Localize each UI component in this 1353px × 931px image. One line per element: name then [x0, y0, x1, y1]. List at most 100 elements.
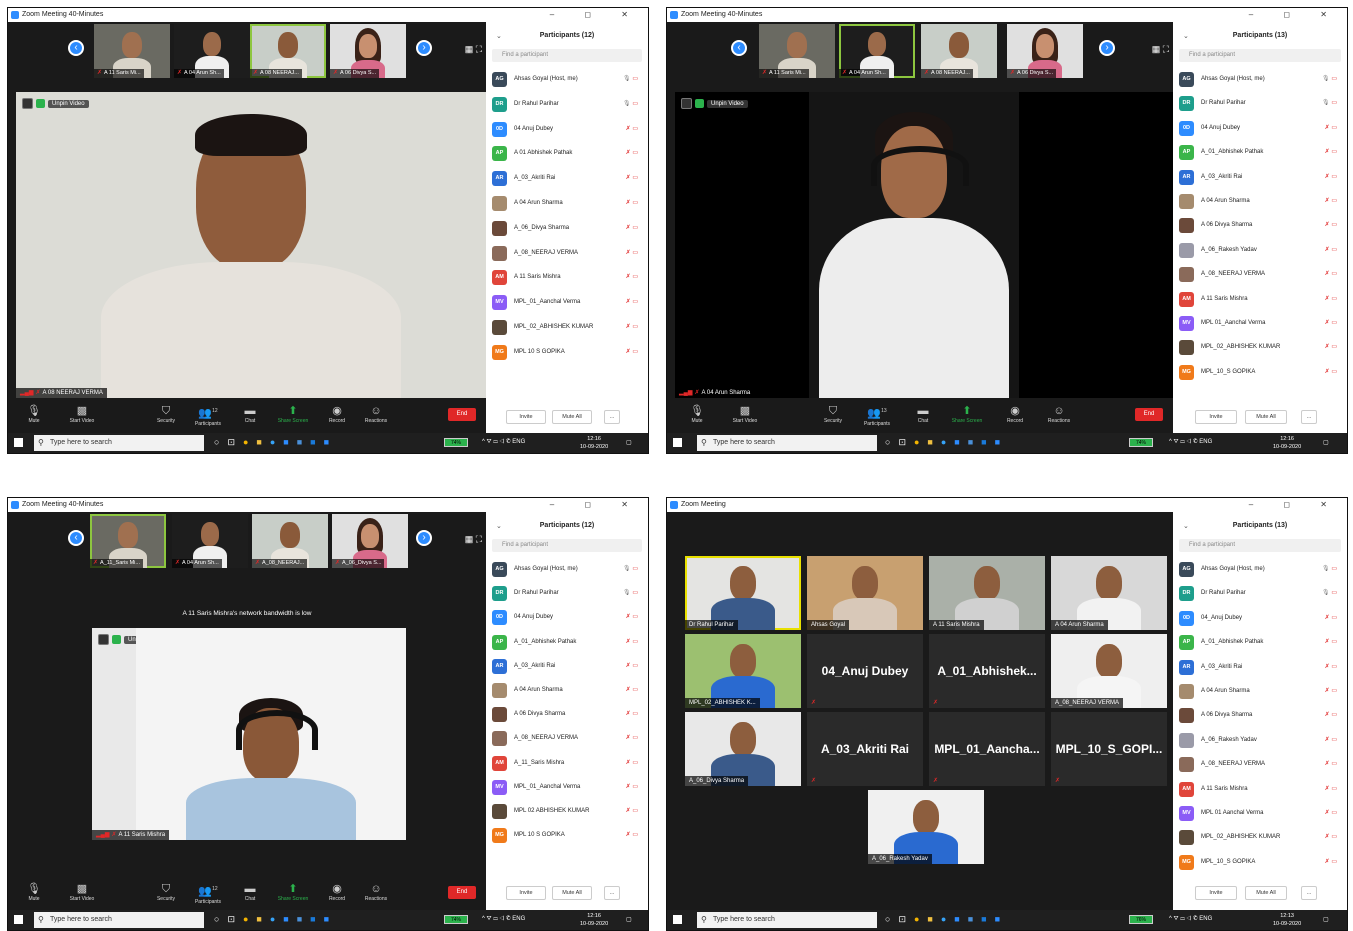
- thumbnail-4[interactable]: ✗ A_06_Divya S...: [332, 514, 408, 568]
- participant-row[interactable]: MPL_02_ABHISHEK KUMAR ✗ ▭: [1179, 336, 1341, 360]
- participant-row[interactable]: MPL 02 ABHISHEK KUMAR ✗ ▭: [492, 800, 642, 824]
- system-tray[interactable]: ^ ⛛ ▭ ◁ ✆ ENG: [482, 916, 525, 923]
- share-screen-button[interactable]: ⬆ Share Screen: [275, 404, 311, 424]
- participant-row[interactable]: AR A_03_Akriti Rai ✗ ▭: [1179, 166, 1341, 190]
- end-meeting-button[interactable]: End: [448, 408, 476, 421]
- mute-button[interactable]: 🎙 Mute: [679, 404, 715, 424]
- participant-row[interactable]: AP A 01 Abhishek Pathak ✗ ▭: [492, 142, 642, 167]
- taskbar-apps[interactable]: ○⊡●■●■■■■: [885, 437, 1008, 448]
- find-participant-input[interactable]: Find a participant: [492, 49, 642, 62]
- thumbnail-2[interactable]: ✗ A 04 Arun Sh...: [172, 514, 248, 568]
- notifications-icon[interactable]: ▢: [626, 439, 632, 446]
- notifications-icon[interactable]: ▢: [1323, 439, 1329, 446]
- system-tray[interactable]: ^ ⛛ ▭ ◁ ✆ ENG: [1169, 916, 1212, 923]
- mute-all-button[interactable]: Mute All: [552, 886, 592, 900]
- start-video-button[interactable]: ▩ Start Video: [727, 404, 763, 424]
- gallery-tile[interactable]: Ahsas Goyal: [807, 556, 923, 630]
- gallery-tile[interactable]: MPL_02_ABHISHEK K...: [685, 634, 801, 708]
- taskbar-apps[interactable]: ○⊡●■●■■■■: [214, 437, 337, 448]
- participant-row[interactable]: AR A_03_Akriti Rai ✗ ▭: [1179, 656, 1341, 680]
- record-button[interactable]: ◉ Record: [997, 404, 1033, 424]
- thumbnail-3[interactable]: ✗ A 08 NEERAJ...: [921, 24, 997, 78]
- chat-button[interactable]: ▬ Chat: [232, 404, 268, 424]
- participant-row[interactable]: AG Ahsas Goyal (Host, me) 🎙 ▭: [1179, 68, 1341, 92]
- participants-button[interactable]: 👥13 Participants: [859, 404, 895, 427]
- more-button[interactable]: ...: [604, 410, 620, 424]
- participant-row[interactable]: A_06_Rakesh Yadav ✗ ▭: [1179, 239, 1341, 263]
- taskbar-apps[interactable]: ○⊡●■●■■■■: [885, 914, 1008, 925]
- find-participant-input[interactable]: Find a participant: [1179, 49, 1341, 62]
- participant-row[interactable]: AM A_11_Saris Mishra ✗ ▭: [492, 752, 642, 776]
- thumbnail-4[interactable]: ✗ A 06 Divya S...: [330, 24, 406, 78]
- info-icon[interactable]: [98, 634, 109, 645]
- security-button[interactable]: ⛉ Security: [815, 404, 851, 424]
- participant-row[interactable]: A_08_NEERAJ VERMA ✗ ▭: [1179, 753, 1341, 777]
- participant-row[interactable]: AM A 11 Saris Mishra ✗ ▭: [1179, 288, 1341, 312]
- participant-row[interactable]: AM A 11 Saris Mishra ✗ ▭: [1179, 778, 1341, 802]
- participant-row[interactable]: AP A_01_Abhishek Pathak ✗ ▭: [1179, 141, 1341, 165]
- invite-button[interactable]: Invite: [506, 886, 546, 900]
- invite-button[interactable]: Invite: [506, 410, 546, 424]
- prev-page-icon[interactable]: ‹: [68, 40, 84, 56]
- mute-all-button[interactable]: Mute All: [1245, 886, 1287, 900]
- participant-row[interactable]: A_08_NEERAJ VERMA ✗ ▭: [492, 242, 642, 267]
- thumbnail-2-active[interactable]: ✗ A 04 Arun Sh...: [839, 24, 915, 78]
- unpin-video-button[interactable]: Unpin Video: [48, 99, 89, 108]
- thumbnail-3[interactable]: ✗ A_08_NEERAJ...: [252, 514, 328, 568]
- participant-row[interactable]: A_08_NEERAJ VERMA ✗ ▭: [1179, 263, 1341, 287]
- participant-row[interactable]: MV MPL 01 Aanchal Verma ✗ ▭: [1179, 802, 1341, 826]
- window-controls[interactable]: – ◻ ✕: [1249, 498, 1341, 512]
- system-tray[interactable]: ^ ⛛ ▭ ◁ ✆ ENG: [1169, 439, 1212, 446]
- gallery-tile[interactable]: 04_Anuj Dubey ✗: [807, 634, 923, 708]
- next-page-icon[interactable]: ›: [416, 40, 432, 56]
- participant-row[interactable]: AM A 11 Saris Mishra ✗ ▭: [492, 266, 642, 291]
- view-toggle-icon[interactable]: ▦ ⛶: [465, 534, 482, 545]
- gallery-tile[interactable]: A_08_NEERAJ VERMA: [1051, 634, 1167, 708]
- mute-button[interactable]: 🎙 Mute: [16, 882, 52, 902]
- participant-row[interactable]: A 06 Divya Sharma ✗ ▭: [492, 703, 642, 727]
- participants-button[interactable]: 👥12 Participants: [190, 404, 226, 427]
- gallery-tile[interactable]: A_06_Rakesh Yadav: [868, 790, 984, 864]
- taskbar-search-input[interactable]: ⚲ Type here to search: [697, 912, 877, 928]
- participant-row[interactable]: 0D 04 Anuj Dubey ✗ ▭: [1179, 117, 1341, 141]
- share-screen-button[interactable]: ⬆ Share Screen: [949, 404, 985, 424]
- notifications-icon[interactable]: ▢: [626, 916, 632, 923]
- participant-row[interactable]: MG MPL 10 S GOPIKA ✗ ▭: [492, 341, 642, 366]
- taskbar-search-input[interactable]: ⚲ Type here to search: [34, 435, 204, 451]
- system-tray[interactable]: ^ ⛛ ▭ ◁ ✆ ENG: [482, 439, 525, 446]
- start-video-button[interactable]: ▩ Start Video: [64, 882, 100, 902]
- participant-row[interactable]: MG MPL_10_S GOPIKA ✗ ▭: [1179, 361, 1341, 385]
- gallery-tile[interactable]: A 11 Saris Mishra: [929, 556, 1045, 630]
- participant-row[interactable]: A_06_Divya Sharma ✗ ▭: [492, 217, 642, 242]
- chat-button[interactable]: ▬ Chat: [232, 882, 268, 902]
- thumbnail-1[interactable]: ✗ A 11 Saris Mi...: [759, 24, 835, 78]
- participants-button[interactable]: 👥12 Participants: [190, 882, 226, 905]
- gallery-tile[interactable]: A_03_Akriti Rai ✗: [807, 712, 923, 786]
- thumbnail-1[interactable]: ✗ A 11 Saris Mi...: [94, 24, 170, 78]
- taskbar-apps[interactable]: ○⊡●■●■■■■: [214, 914, 337, 925]
- mute-button[interactable]: 🎙 Mute: [16, 404, 52, 424]
- mute-all-button[interactable]: Mute All: [1245, 410, 1287, 424]
- participant-row[interactable]: DR Dr Rahul Parihar 🎙 ▭: [1179, 582, 1341, 606]
- windows-start-icon[interactable]: [14, 438, 23, 447]
- more-button[interactable]: ...: [1301, 886, 1317, 900]
- mute-all-button[interactable]: Mute All: [552, 410, 592, 424]
- reactions-button[interactable]: ☺ Reactions: [1041, 404, 1077, 424]
- end-meeting-button[interactable]: End: [448, 886, 476, 899]
- prev-page-icon[interactable]: ‹: [731, 40, 747, 56]
- participant-row[interactable]: 0D 04_Anuj Dubey ✗ ▭: [1179, 607, 1341, 631]
- participant-row[interactable]: 0D 04 Anuj Dubey ✗ ▭: [492, 118, 642, 143]
- thumbnail-4[interactable]: ✗ A 06 Divya S...: [1007, 24, 1083, 78]
- more-button[interactable]: ...: [604, 886, 620, 900]
- participant-row[interactable]: MG MPL_10_S GOPIKA ✗ ▭: [1179, 851, 1341, 875]
- window-controls[interactable]: – ◻ ✕: [1249, 8, 1341, 22]
- gallery-tile[interactable]: A_01_Abhishek... ✗: [929, 634, 1045, 708]
- participant-row[interactable]: AP A_01_Abhishek Pathak ✗ ▭: [492, 631, 642, 655]
- info-icon[interactable]: [681, 98, 692, 109]
- notifications-icon[interactable]: ▢: [1323, 916, 1329, 923]
- gallery-tile[interactable]: MPL_01_Aancha... ✗: [929, 712, 1045, 786]
- view-toggle-icon[interactable]: ▦ ⛶: [1152, 44, 1169, 55]
- participant-row[interactable]: A 04 Arun Sharma ✗ ▭: [1179, 190, 1341, 214]
- invite-button[interactable]: Invite: [1195, 886, 1237, 900]
- taskbar-search-input[interactable]: ⚲ Type here to search: [34, 912, 204, 928]
